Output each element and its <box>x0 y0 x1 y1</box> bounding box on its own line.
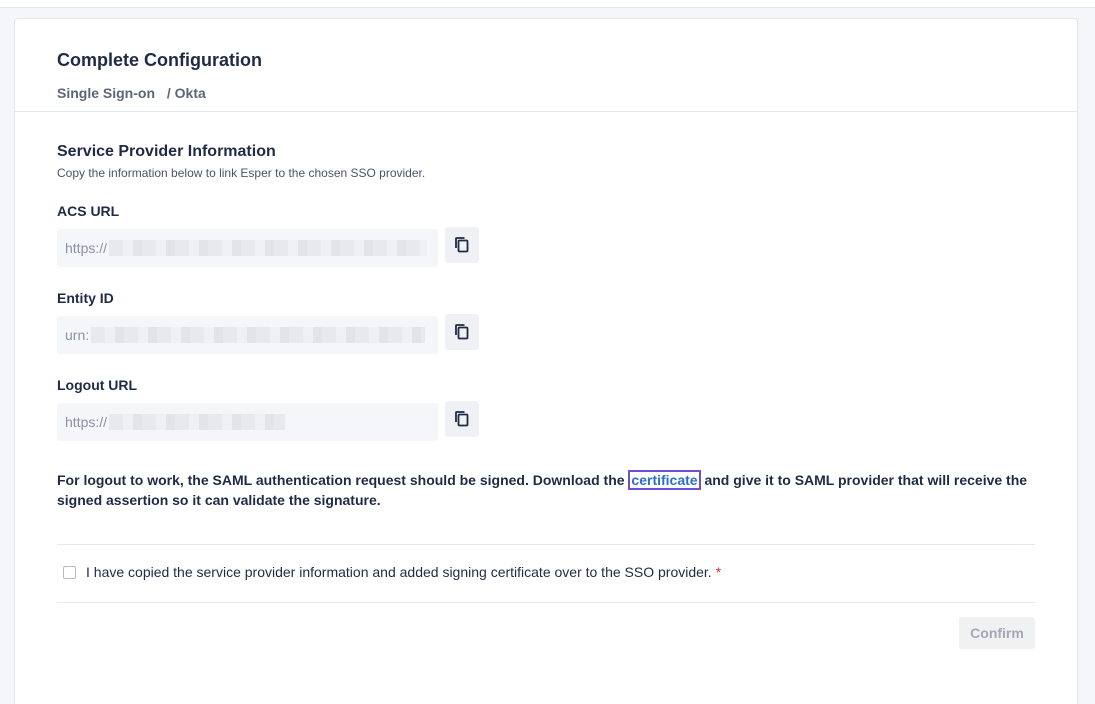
entity-id-label: Entity ID <box>57 290 114 306</box>
logout-signing-note: For logout to work, the SAML authenticat… <box>57 470 1037 510</box>
agreement-checkbox[interactable] <box>63 565 76 579</box>
redacted-value <box>91 327 426 344</box>
copy-entity-id-button[interactable] <box>445 314 479 350</box>
section-subtitle: Copy the information below to link Esper… <box>57 166 426 180</box>
card-header: Complete Configuration Single Sign-on / … <box>15 19 1077 112</box>
acs-url-label: ACS URL <box>57 203 120 219</box>
entity-id-value: urn: <box>65 327 90 343</box>
entity-id-field[interactable]: urn: <box>57 316 438 354</box>
divider <box>57 602 1035 603</box>
copy-icon <box>455 237 469 253</box>
agreement-row: I have copied the service provider infor… <box>63 564 721 580</box>
certificate-download-link[interactable]: certificate <box>628 470 701 490</box>
agreement-label: I have copied the service provider infor… <box>86 564 712 580</box>
configuration-card: Complete Configuration Single Sign-on / … <box>14 18 1078 704</box>
divider <box>57 544 1035 545</box>
page-title: Complete Configuration <box>57 50 262 70</box>
confirm-button[interactable]: Confirm <box>959 617 1035 649</box>
note-text-before: For logout to work, the SAML authenticat… <box>57 472 629 488</box>
breadcrumb: Single Sign-on / Okta <box>57 85 206 101</box>
required-marker: * <box>715 564 722 580</box>
copy-logout-url-button[interactable] <box>445 401 479 437</box>
copy-acs-url-button[interactable] <box>445 227 479 263</box>
logout-url-field[interactable]: https:// <box>57 403 438 441</box>
breadcrumb-item-okta: / Okta <box>166 85 206 101</box>
breadcrumb-item-sso[interactable]: Single Sign-on <box>57 85 155 101</box>
redacted-value <box>109 240 428 257</box>
acs-url-value: https:// <box>65 240 108 256</box>
copy-icon <box>455 324 469 340</box>
top-bar <box>0 0 1095 8</box>
section-title: Service Provider Information <box>57 143 276 160</box>
redacted-value <box>109 414 286 431</box>
acs-url-field[interactable]: https:// <box>57 229 438 267</box>
logout-url-label: Logout URL <box>57 377 138 393</box>
logout-url-value: https:// <box>65 414 108 430</box>
copy-icon <box>455 411 469 427</box>
